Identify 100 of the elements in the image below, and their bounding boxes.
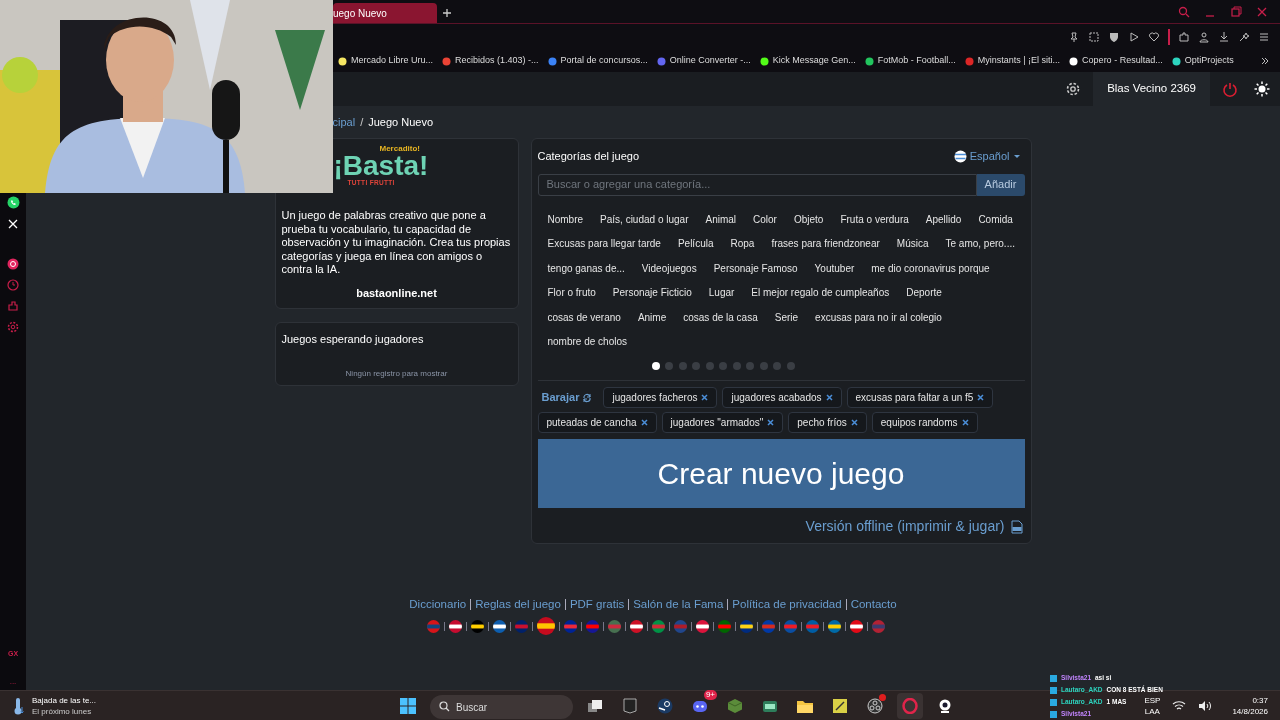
bookmark[interactable]: Online Converter -... <box>656 54 751 68</box>
category-item[interactable]: me dio coronavirus porque <box>871 256 990 282</box>
category-item[interactable]: País, ciudad o lugar <box>600 207 689 233</box>
category-item[interactable]: Objeto <box>793 207 824 233</box>
category-tag[interactable]: equipos randoms <box>871 412 978 434</box>
bookmark[interactable]: Portal de concursos... <box>547 54 648 68</box>
category-item[interactable]: Lugar <box>708 281 735 306</box>
flag-icon[interactable] <box>696 619 709 633</box>
flag-icon[interactable] <box>537 617 555 636</box>
profile-icon[interactable] <box>1198 31 1210 43</box>
flag-icon[interactable] <box>850 619 863 633</box>
bookmark[interactable]: Myinstants | ¡El siti... <box>964 54 1061 68</box>
category-item[interactable]: Música <box>896 232 929 257</box>
windows-stack-icon[interactable] <box>587 697 603 714</box>
browser-tab[interactable]: uego Nuevo <box>333 3 437 23</box>
bookmark[interactable]: OptiProjects <box>1171 54 1234 68</box>
x-logo-icon[interactable] <box>7 218 19 230</box>
more-bookmarks-icon[interactable] <box>1260 56 1270 66</box>
remove-icon[interactable] <box>961 419 969 427</box>
footer-link[interactable]: Contacto <box>850 596 897 614</box>
remove-icon[interactable] <box>977 394 985 402</box>
browser-icon[interactable] <box>902 697 918 714</box>
flag-icon[interactable] <box>449 619 462 633</box>
flag-icon[interactable] <box>630 619 643 633</box>
more-label[interactable]: ... <box>9 678 17 686</box>
offline-version-link[interactable]: Versión offline (imprimir & jugar) <box>805 516 1005 538</box>
footer-link[interactable]: Política de privacidad <box>732 596 842 614</box>
steam-icon[interactable] <box>657 697 673 714</box>
category-item[interactable]: Te amo, pero.... <box>945 232 1015 257</box>
download-icon[interactable] <box>1218 31 1230 43</box>
category-tag[interactable]: jugadores "armados" <box>661 412 784 434</box>
remove-icon[interactable] <box>825 394 833 402</box>
category-tag[interactable]: puteadas de cancha <box>537 412 657 434</box>
category-item[interactable]: nombre de cholos <box>547 330 627 356</box>
heart-icon[interactable] <box>1148 31 1160 43</box>
thermometer-icon[interactable] <box>12 696 24 715</box>
puzzle-icon[interactable] <box>7 300 19 312</box>
category-item[interactable]: tengo ganas de... <box>547 256 625 282</box>
category-item[interactable]: frases para friendzonear <box>771 232 880 257</box>
category-tag[interactable]: pecho fríos <box>788 412 867 434</box>
flag-icon[interactable] <box>471 619 484 633</box>
category-item[interactable]: Youtuber <box>814 256 855 282</box>
category-tag[interactable]: jugadores acabados <box>722 387 842 409</box>
add-button[interactable]: Añadir <box>976 173 1025 196</box>
flag-icon[interactable] <box>493 619 506 633</box>
category-item[interactable]: Personaje Famoso <box>713 256 798 282</box>
remove-icon[interactable] <box>640 419 648 427</box>
user-name[interactable]: Blas Vecino 2369 <box>1093 72 1210 106</box>
extensions-icon[interactable] <box>1178 31 1190 43</box>
category-item[interactable]: Película <box>677 232 714 257</box>
wifi-icon[interactable] <box>1172 699 1187 712</box>
category-item[interactable]: Animal <box>705 207 737 233</box>
create-game-button[interactable]: Crear nuevo juego <box>537 439 1025 509</box>
new-tab-icon[interactable] <box>441 7 453 19</box>
restore-icon[interactable] <box>1230 6 1242 18</box>
clock-time[interactable]: 0:37 <box>1252 694 1268 706</box>
flag-icon[interactable] <box>828 619 841 633</box>
footer-link[interactable]: Diccionario <box>409 596 467 614</box>
category-tag[interactable]: excusas para faltar a un f5 <box>846 387 994 409</box>
category-item[interactable]: cosas de la casa <box>683 305 758 331</box>
category-item[interactable]: Excusas para llegar tarde <box>547 232 661 257</box>
category-item[interactable]: Ropa <box>730 232 755 257</box>
sun-icon[interactable] <box>1254 81 1270 97</box>
close-icon[interactable] <box>1256 6 1268 18</box>
remove-icon[interactable] <box>701 394 709 402</box>
clock-icon[interactable] <box>7 279 19 291</box>
pdf-file-icon[interactable] <box>1010 519 1023 534</box>
snapshot-icon[interactable] <box>1088 31 1100 43</box>
category-item[interactable]: cosas de verano <box>547 305 621 331</box>
search-field[interactable]: Buscar o agregar una categoría... <box>537 173 977 196</box>
clock-date[interactable]: 14/8/2026 <box>1232 705 1268 717</box>
start-icon[interactable] <box>400 697 416 714</box>
refresh-icon[interactable] <box>582 392 593 403</box>
settings-icon[interactable] <box>1065 81 1082 97</box>
bookmark[interactable]: FotMob - Football... <box>864 54 956 68</box>
language-indicator[interactable]: ESP <box>1144 694 1161 706</box>
remove-icon[interactable] <box>767 419 775 427</box>
category-item[interactable]: Apellido <box>925 207 962 233</box>
bookmark[interactable]: Kick Message Gen... <box>759 54 856 68</box>
search-field[interactable]: Buscar <box>430 695 573 719</box>
recorder-icon[interactable] <box>867 697 883 714</box>
category-item[interactable]: Serie <box>774 305 799 331</box>
bookmark[interactable]: Mercado Libre Uru... <box>338 54 434 68</box>
language-dropdown[interactable]: Español <box>953 148 1025 165</box>
category-item[interactable]: Personaje Ficticio <box>612 281 692 306</box>
menu-icon[interactable] <box>1258 31 1270 43</box>
category-item[interactable]: Fruta o verdura <box>840 207 909 233</box>
music-icon[interactable] <box>7 258 19 270</box>
bookmark[interactable]: Recibidos (1.403) -... <box>442 54 539 68</box>
flag-icon[interactable] <box>740 619 753 633</box>
power-icon[interactable] <box>1222 81 1238 97</box>
webcam-icon[interactable] <box>937 697 953 714</box>
breadcrumb-link[interactable]: cipal <box>332 113 356 130</box>
category-item[interactable]: Color <box>753 207 777 233</box>
category-item[interactable]: Deporte <box>906 281 942 306</box>
search-icon[interactable] <box>1178 6 1190 18</box>
footer-link[interactable]: Reglas del juego <box>475 596 561 614</box>
category-item[interactable]: Anime <box>637 305 667 331</box>
pin-icon[interactable] <box>1068 31 1080 43</box>
bookmark[interactable]: Copero - Resultad... <box>1069 54 1163 68</box>
